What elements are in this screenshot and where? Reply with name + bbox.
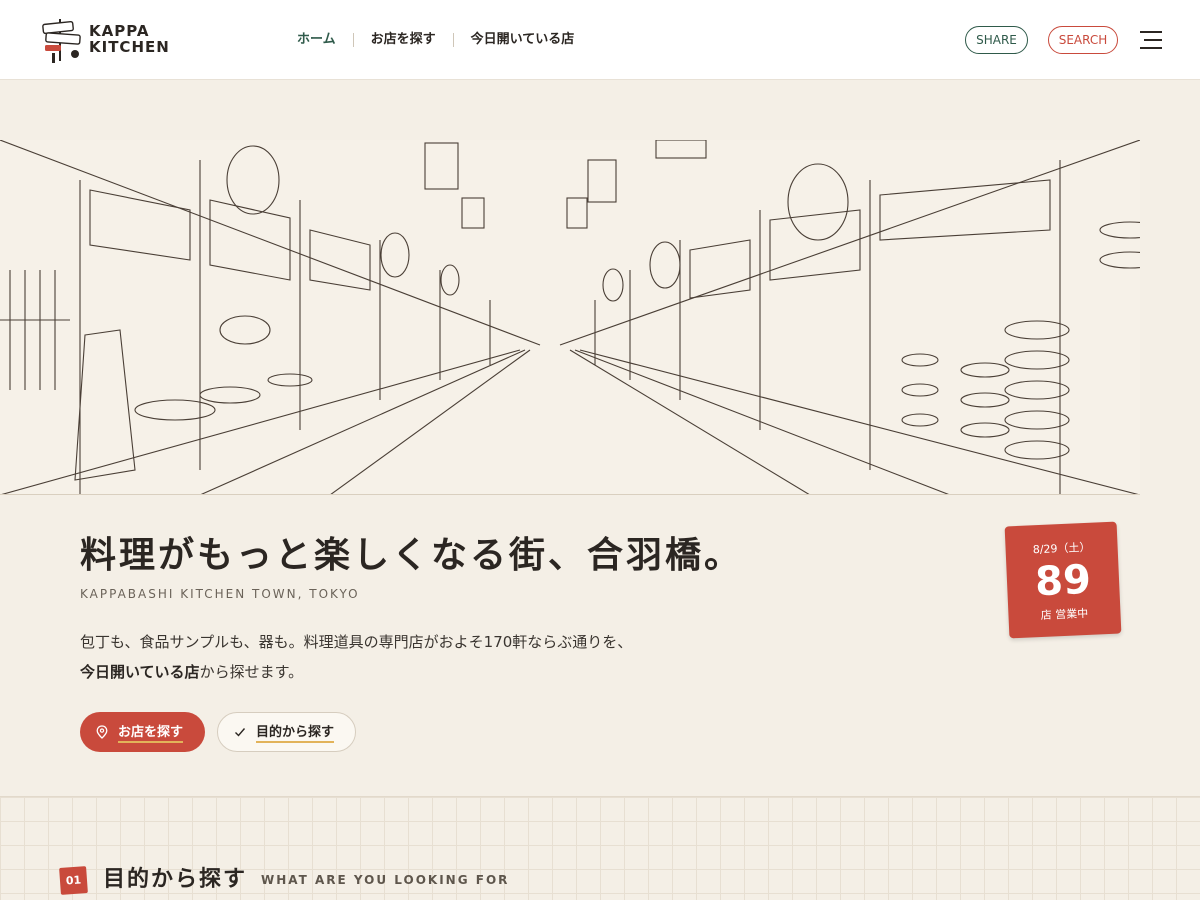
main-nav: ホーム お店を探す 今日開いている店	[280, 0, 591, 80]
section-title: 目的から探す	[103, 866, 248, 892]
section-number-badge: 01	[59, 866, 88, 895]
share-button[interactable]: SHARE	[965, 26, 1028, 54]
find-shops-button-label: お店を探す	[118, 721, 184, 743]
nav-item-home[interactable]: ホーム	[280, 0, 353, 80]
open-shops-card[interactable]: 8/29（土） 89 店 営業中	[1004, 521, 1122, 639]
hero-subhead: KAPPABASHI KITCHEN TOWN, TOKYO	[80, 587, 360, 601]
search-by-purpose-button[interactable]: 目的から探す	[217, 712, 356, 752]
checkmark-icon	[235, 728, 246, 737]
hamburger-menu-icon[interactable]	[1136, 28, 1162, 52]
search-by-purpose-button-label: 目的から探す	[256, 721, 335, 743]
signpost-logo-icon	[42, 19, 81, 63]
logo-wordmark: KAPPA KITCHEN	[89, 22, 170, 56]
map-pin-icon	[96, 725, 108, 739]
hero-description-highlight: 今日開いている店	[80, 663, 200, 681]
find-shops-button[interactable]: お店を探す	[80, 712, 205, 752]
nav-item-find-shops[interactable]: お店を探す	[354, 0, 453, 80]
site-header: KAPPA KITCHEN ホーム お店を探す 今日開いている店 SHARE S…	[0, 0, 1200, 80]
section-subtitle: WHAT ARE YOU LOOKING FOR	[261, 873, 510, 887]
open-shops-count: 89	[1034, 556, 1092, 606]
hero-illustration	[0, 140, 1140, 495]
open-shops-label: 店 営業中	[1040, 606, 1089, 622]
hero-description-line1: 包丁も、食品サンプルも、器も。料理道具の専門店がおよそ170軒ならぶ通りを、	[80, 633, 633, 651]
hero-headline: 料理がもっと楽しくなる街、合羽橋。	[80, 534, 744, 576]
nav-item-open-today[interactable]: 今日開いている店	[454, 0, 592, 80]
site-logo[interactable]: KAPPA KITCHEN	[40, 17, 180, 63]
search-button[interactable]: SEARCH	[1048, 26, 1118, 54]
hero-description-line2: から探せます。	[199, 663, 304, 681]
hero-description: 包丁も、食品サンプルも、器も。料理道具の専門店がおよそ170軒ならぶ通りを、 今…	[80, 627, 720, 687]
shopping-street-sketch-image	[0, 140, 1140, 494]
